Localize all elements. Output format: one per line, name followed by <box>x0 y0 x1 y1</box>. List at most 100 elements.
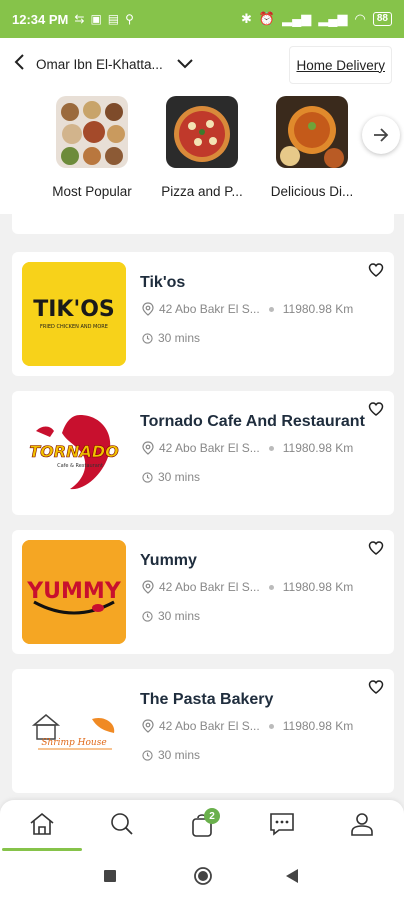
wifi-icon: ◠ <box>354 11 366 26</box>
clock-icon <box>142 749 153 761</box>
address-label: Omar Ibn El-Khatta... <box>36 56 163 72</box>
restaurant-logo: Shrimp House <box>22 679 126 783</box>
signal-icon: ▂▄▆ <box>282 11 312 26</box>
delivery-time: 30 mins <box>142 748 200 762</box>
logo-text: TORNADO <box>29 442 119 461</box>
restaurant-meta: 42 Abo Bakr El S... 11980.98 Km <box>142 719 353 733</box>
profile-icon <box>351 813 373 836</box>
restaurant-card-partial[interactable] <box>12 214 394 234</box>
location-pin-icon <box>142 302 154 316</box>
restaurant-card[interactable]: YUMMY Yummy 42 Abo Bakr El S... 11980.98… <box>12 530 394 654</box>
status-bar: 12:34 PM ⇆ ▣ ▤ ⚲ ✱ ⏰ ▂▄▆ ▂▄▆ ◠ 88 <box>0 0 404 38</box>
delivery-time-label: 30 mins <box>158 470 201 484</box>
logo-subtext: FRIED CHICKEN AND MORE <box>40 324 108 330</box>
active-tab-indicator <box>2 848 82 851</box>
separator-dot <box>268 445 274 451</box>
category-image <box>166 96 238 168</box>
restaurant-logo: TIK'OS FRIED CHICKEN AND MORE <box>22 262 126 366</box>
category-most-popular[interactable]: Most Popular <box>37 96 147 199</box>
delivery-time: 30 mins <box>142 470 200 484</box>
restaurant-distance: 11980.98 Km <box>282 302 354 316</box>
category-pizza[interactable]: Pizza and P... <box>147 96 257 199</box>
battery-icon: 88 <box>372 12 392 26</box>
logo-subtext: Cafe & Restaurant <box>57 463 103 469</box>
restaurant-name: Yummy <box>140 552 197 569</box>
alarm-icon: ⏰ <box>258 11 276 26</box>
bottom-navigation: 2 <box>0 800 404 854</box>
location-pin-icon <box>142 441 154 455</box>
restaurant-name: Tornado Cafe And Restaurant <box>140 413 365 430</box>
separator-dot <box>268 584 274 590</box>
restaurant-card[interactable]: TIK'OS FRIED CHICKEN AND MORE Tik'os 42 … <box>12 252 394 376</box>
location-pin-icon <box>142 719 154 733</box>
home-button-icon[interactable] <box>194 867 212 885</box>
location-pin-icon <box>142 580 154 594</box>
restaurant-card[interactable]: Shrimp House The Pasta Bakery 42 Abo Bak… <box>12 669 394 793</box>
delivery-time-label: 30 mins <box>158 331 201 345</box>
system-navigation-bar <box>0 854 404 900</box>
notification-icons: ⇆ ▣ ▤ ⚲ <box>74 12 134 26</box>
clock-icon <box>142 332 153 344</box>
restaurant-address: 42 Abo Bakr El S... <box>159 719 260 733</box>
carousel-next-button[interactable] <box>362 116 400 154</box>
delivery-time: 30 mins <box>142 331 200 345</box>
nav-home[interactable] <box>22 812 62 840</box>
restaurant-distance: 11980.98 Km <box>282 441 354 455</box>
restaurant-logo: TORNADO Cafe & Restaurant <box>22 401 126 505</box>
restaurant-distance: 11980.98 Km <box>282 580 354 594</box>
restaurant-meta: 42 Abo Bakr El S... 11980.98 Km <box>142 580 353 594</box>
category-label: Most Popular <box>52 184 132 199</box>
logo-text: Shrimp House <box>41 738 106 748</box>
restaurant-name: The Pasta Bakery <box>140 691 274 708</box>
status-time: 12:34 PM <box>12 11 69 27</box>
nav-search[interactable] <box>102 812 142 840</box>
heart-icon[interactable] <box>368 262 384 278</box>
separator-dot <box>268 306 274 312</box>
delivery-time-label: 30 mins <box>158 748 201 762</box>
arrow-right-icon <box>374 128 389 142</box>
restaurant-address: 42 Abo Bakr El S... <box>159 441 260 455</box>
cart-count-badge: 2 <box>204 808 220 824</box>
restaurant-address: 42 Abo Bakr El S... <box>159 580 260 594</box>
sim-icon: ▤ <box>107 12 120 26</box>
back-button-icon[interactable] <box>286 869 298 883</box>
clock-icon <box>142 610 153 622</box>
back-icon[interactable] <box>14 54 26 74</box>
logo-text: TIK'OS <box>33 297 115 322</box>
logo-text: YUMMY <box>26 579 122 604</box>
nav-chat[interactable] <box>262 812 302 840</box>
heart-icon[interactable] <box>368 401 384 417</box>
delivery-time: 30 mins <box>142 609 200 623</box>
category-label: Delicious Di... <box>270 184 354 199</box>
header: Omar Ibn El-Khatta... Home Delivery Most… <box>0 38 404 214</box>
separator-dot <box>268 723 274 729</box>
restaurant-card[interactable]: TORNADO Cafe & Restaurant Tornado Cafe A… <box>12 391 394 515</box>
heart-icon[interactable] <box>368 540 384 556</box>
category-delicious[interactable]: Delicious Di... <box>257 96 367 199</box>
chevron-down-icon[interactable] <box>177 57 193 72</box>
category-label: Pizza and P... <box>161 184 243 199</box>
restaurant-name: Tik'os <box>140 274 186 291</box>
recent-apps-icon[interactable] <box>104 870 116 882</box>
restaurant-meta: 42 Abo Bakr El S... 11980.98 Km <box>142 441 353 455</box>
location-icon: ⚲ <box>125 12 134 26</box>
address-selector[interactable]: Omar Ibn El-Khatta... <box>14 54 193 74</box>
restaurant-logo: YUMMY <box>22 540 126 644</box>
clock-icon <box>142 471 153 483</box>
delivery-time-label: 30 mins <box>158 609 201 623</box>
nav-profile[interactable] <box>342 812 382 840</box>
delivery-mode-button[interactable]: Home Delivery <box>289 46 392 84</box>
search-icon <box>111 813 133 835</box>
category-image <box>56 96 128 168</box>
signal-icon-2: ▂▄▆ <box>318 11 348 26</box>
category-image <box>276 96 348 168</box>
restaurant-list[interactable]: TIK'OS FRIED CHICKEN AND MORE Tik'os 42 … <box>0 214 404 800</box>
delivery-mode-label: Home Delivery <box>296 57 385 73</box>
bluetooth-icon: ✱ <box>241 11 252 26</box>
sync-icon: ⇆ <box>74 12 85 26</box>
heart-icon[interactable] <box>368 679 384 695</box>
restaurant-distance: 11980.98 Km <box>282 719 354 733</box>
home-icon <box>30 812 54 835</box>
nav-cart[interactable]: 2 <box>182 808 222 840</box>
chat-icon <box>270 813 294 836</box>
